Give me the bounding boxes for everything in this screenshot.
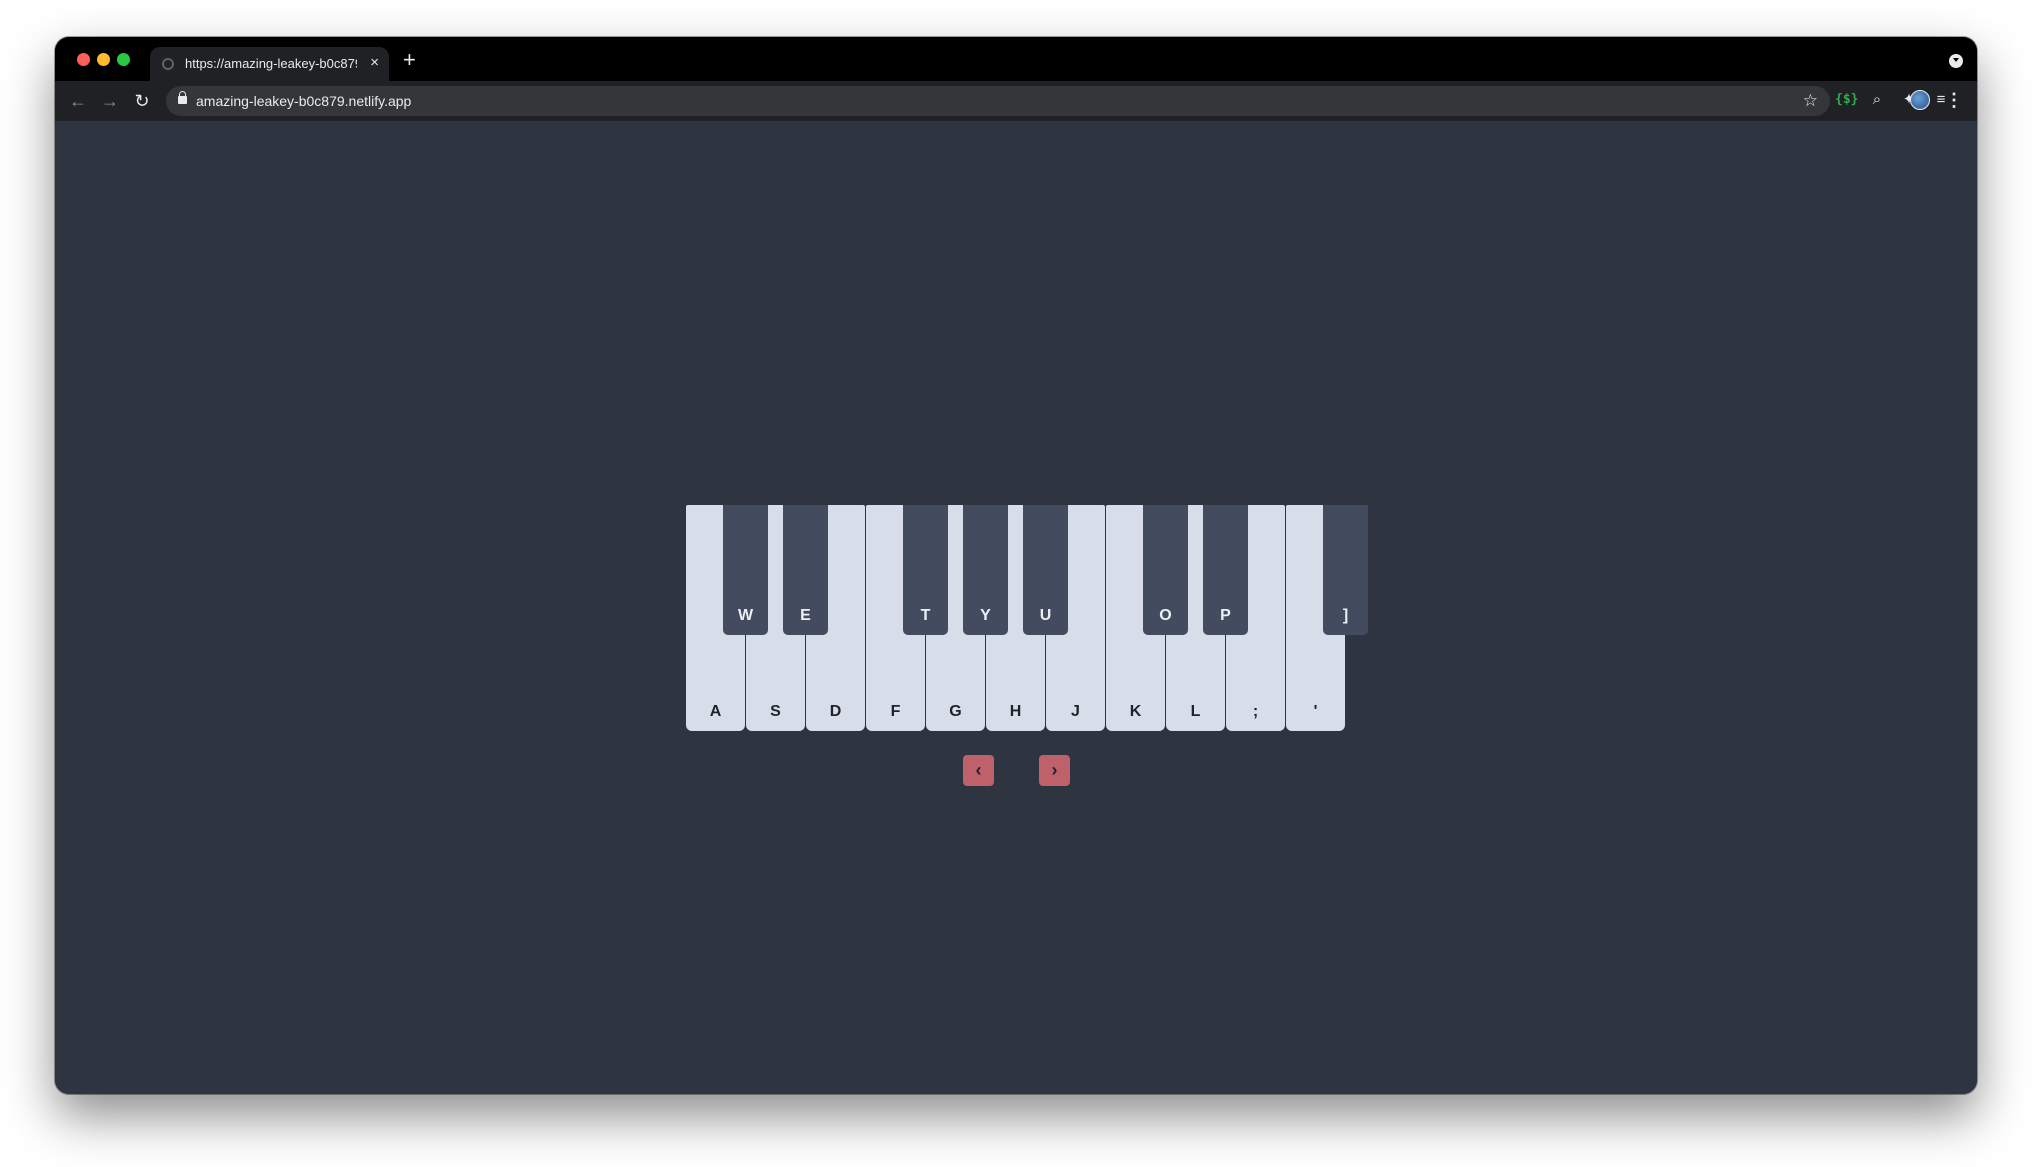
white-key-label: G: [949, 703, 962, 720]
white-key-label: J: [1071, 703, 1080, 720]
white-key-label: ;: [1252, 703, 1259, 720]
black-key-label: E: [800, 607, 811, 624]
black-key-label: ]: [1342, 607, 1349, 624]
white-key-label: D: [829, 703, 842, 720]
reload-button[interactable]: ↻: [130, 89, 154, 113]
profile-avatar[interactable]: [1910, 90, 1930, 110]
black-key-label: O: [1159, 607, 1172, 624]
globe-icon: [162, 58, 174, 70]
white-key-label: S: [770, 703, 781, 720]
minimize-window-button[interactable]: [97, 53, 110, 66]
back-button[interactable]: ←: [66, 89, 90, 113]
black-key[interactable]: E: [783, 505, 828, 635]
black-key[interactable]: Y: [963, 505, 1008, 635]
white-key-label: K: [1129, 703, 1142, 720]
forward-button[interactable]: →: [98, 89, 122, 113]
black-key-label: U: [1039, 607, 1052, 624]
white-key-label: F: [890, 703, 901, 720]
url-text[interactable]: amazing-leakey-b0c879.netlify.app: [196, 93, 411, 109]
address-bar[interactable]: amazing-leakey-b0c879.netlify.app ☆: [166, 86, 1830, 116]
black-key[interactable]: U: [1023, 505, 1068, 635]
white-key-label: L: [1190, 703, 1201, 720]
piano-keyboard: A S D F G H J K L; ' W E T Y U O P]: [686, 505, 1370, 731]
tab-title: https://amazing-leakey-b0c879.netlify.ap…: [185, 56, 357, 71]
new-tab-button[interactable]: +: [403, 49, 416, 71]
black-key-label: P: [1220, 607, 1231, 624]
browser-toolbar: ← → ↻ amazing-leakey-b0c879.netlify.app …: [55, 81, 1977, 121]
title-bar: https://amazing-leakey-b0c879.netlify.ap…: [55, 37, 1977, 81]
close-tab-icon[interactable]: ×: [370, 55, 379, 71]
white-key-label: H: [1009, 703, 1022, 720]
white-key-label: A: [709, 703, 722, 720]
previous-octave-button[interactable]: ‹: [963, 755, 994, 786]
black-key[interactable]: W: [723, 505, 768, 635]
black-key[interactable]: ]: [1323, 505, 1368, 635]
browser-window: https://amazing-leakey-b0c879.netlify.ap…: [55, 37, 1977, 1094]
maximize-window-button[interactable]: [117, 53, 130, 66]
black-key[interactable]: P: [1203, 505, 1248, 635]
next-octave-button[interactable]: ›: [1039, 755, 1070, 786]
black-key-label: Y: [980, 607, 991, 624]
close-window-button[interactable]: [77, 53, 90, 66]
black-key-label: T: [920, 607, 931, 624]
page-content: A S D F G H J K L; ' W E T Y U O P] ‹ ›: [55, 121, 1977, 1094]
white-key-label: ': [1313, 703, 1318, 720]
black-key[interactable]: T: [903, 505, 948, 635]
black-key[interactable]: O: [1143, 505, 1188, 635]
eyedropper-extension-icon[interactable]: ⌕: [1867, 90, 1887, 110]
lock-icon[interactable]: [178, 91, 187, 104]
black-key-label: W: [737, 607, 754, 624]
regex-extension-icon[interactable]: {$}: [1835, 90, 1858, 110]
bookmark-star-icon[interactable]: ☆: [1803, 91, 1818, 111]
browser-tab[interactable]: https://amazing-leakey-b0c879.netlify.ap…: [150, 47, 389, 81]
more-menu-icon[interactable]: ⋮: [1945, 90, 1963, 110]
tab-search-icon[interactable]: [1949, 54, 1963, 68]
